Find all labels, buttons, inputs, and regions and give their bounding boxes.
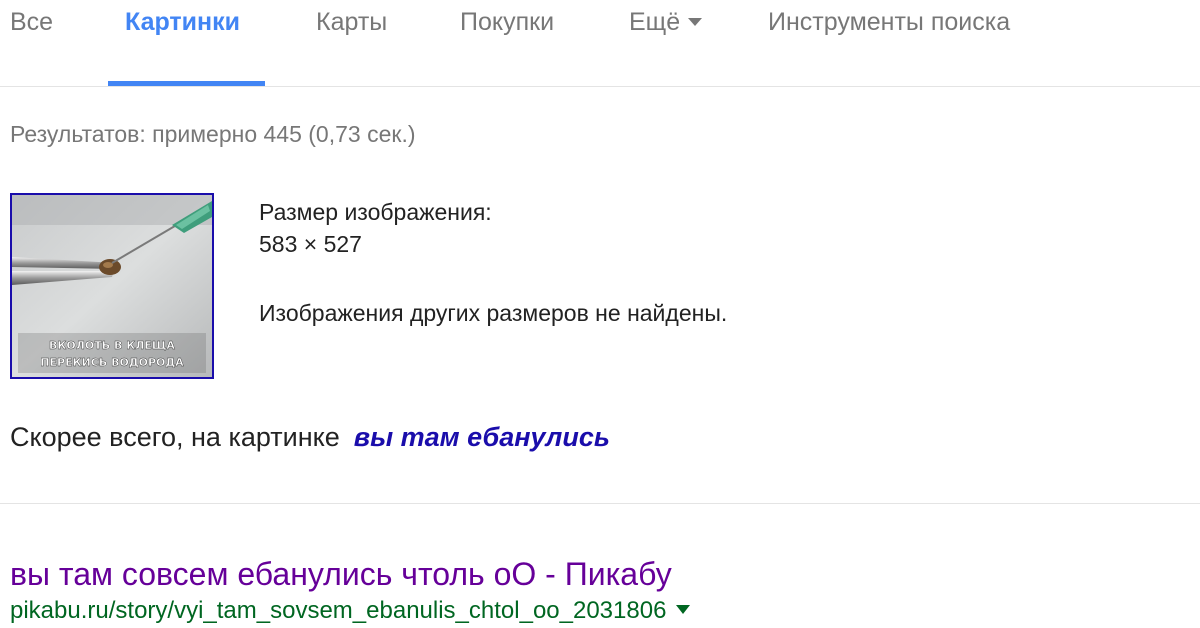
tab-more[interactable]: Ещё: [629, 8, 703, 37]
tab-all[interactable]: Все: [10, 8, 53, 37]
thumbnail-caption-line1: ВКОЛОТЬ В КЛЕЩА: [49, 339, 175, 352]
result-url-text: pikabu.ru/story/vyi_tam_sovsem_ebanulis_…: [10, 597, 667, 624]
thumbnail-image: ВКОЛОТЬ В КЛЕЩА ПЕРЕКИСЬ ВОДОРОДА: [12, 195, 212, 377]
best-guess-prefix: Скорее всего, на картинке: [10, 422, 340, 452]
result-stats: Результатов: примерно 445 (0,73 сек.): [10, 121, 416, 147]
no-other-sizes-text: Изображения других размеров не найдены.: [259, 300, 728, 326]
thumbnail-caption-line2: ПЕРЕКИСЬ ВОДОРОДА: [40, 356, 184, 369]
image-size-value: 583 × 527: [259, 231, 362, 257]
result-title-link[interactable]: вы там совсем ебанулись чтоль оО - Пикаб…: [10, 556, 672, 593]
caret-down-icon: [688, 18, 703, 26]
image-thumbnail[interactable]: ВКОЛОТЬ В КЛЕЩА ПЕРЕКИСЬ ВОДОРОДА: [10, 193, 214, 379]
image-size-label: Размер изображения:: [259, 199, 492, 225]
best-guess: Скорее всего, на картинке вы там ебанулис…: [10, 422, 610, 453]
caret-down-icon[interactable]: [676, 605, 691, 614]
tab-maps[interactable]: Карты: [316, 8, 387, 37]
divider: [0, 503, 1200, 504]
tab-shopping[interactable]: Покупки: [460, 8, 554, 37]
best-guess-link[interactable]: вы там ебанулись: [354, 422, 610, 452]
search-tabs: Все Картинки Карты Покупки Ещё Инструмен…: [0, 0, 1200, 87]
tab-more-label: Ещё: [629, 8, 681, 36]
active-tab-indicator: [108, 81, 265, 86]
tab-images[interactable]: Картинки: [125, 8, 240, 37]
tab-search-tools[interactable]: Инструменты поиска: [768, 8, 1010, 37]
result-url: pikabu.ru/story/vyi_tam_sovsem_ebanulis_…: [10, 597, 691, 625]
